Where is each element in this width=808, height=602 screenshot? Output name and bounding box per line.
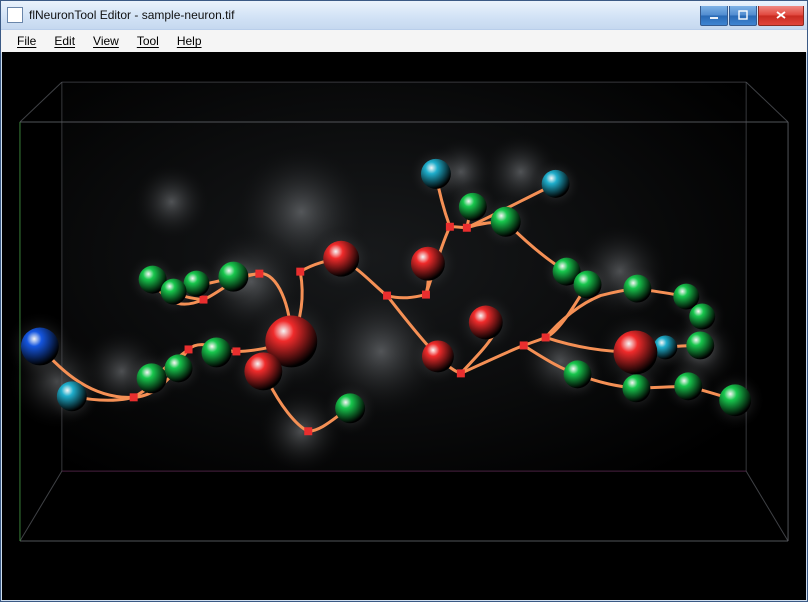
- branch-knot[interactable]: [255, 270, 263, 278]
- neuron-node[interactable]: [184, 271, 210, 297]
- maximize-button[interactable]: [729, 6, 757, 26]
- application-window: flNeuronTool Editor - sample-neuron.tif …: [0, 0, 808, 602]
- minimize-icon: [708, 9, 720, 21]
- neuron-node[interactable]: [574, 271, 602, 299]
- neuron-node[interactable]: [491, 207, 521, 237]
- menu-view[interactable]: View: [87, 32, 125, 50]
- neuron-node[interactable]: [57, 381, 87, 411]
- menu-bar: File Edit View Tool Help: [1, 30, 807, 53]
- neuron-node[interactable]: [411, 247, 445, 281]
- close-icon: [774, 9, 788, 21]
- branch-knot[interactable]: [304, 427, 312, 435]
- branch-knot[interactable]: [130, 393, 138, 401]
- branch-knot[interactable]: [463, 224, 471, 232]
- titlebar[interactable]: flNeuronTool Editor - sample-neuron.tif: [1, 1, 807, 30]
- neuron-node[interactable]: [469, 306, 503, 340]
- neuron-node[interactable]: [719, 384, 751, 416]
- branch-knot[interactable]: [383, 292, 391, 300]
- window-title: flNeuronTool Editor - sample-neuron.tif: [29, 1, 699, 29]
- menu-file[interactable]: File: [11, 32, 42, 50]
- neuron-node[interactable]: [161, 279, 187, 305]
- menu-help[interactable]: Help: [171, 32, 208, 50]
- app-icon: [7, 7, 23, 23]
- neuron-node[interactable]: [686, 331, 714, 359]
- branch-knot[interactable]: [457, 369, 465, 377]
- neuron-node[interactable]: [422, 340, 454, 372]
- menu-tool[interactable]: Tool: [131, 32, 165, 50]
- branch-knot[interactable]: [232, 347, 240, 355]
- neuron-node[interactable]: [137, 363, 167, 393]
- neuron-node[interactable]: [202, 337, 232, 367]
- neuron-node[interactable]: [622, 374, 650, 402]
- neuron-node[interactable]: [613, 330, 657, 374]
- branch-knot[interactable]: [520, 341, 528, 349]
- neuron-node[interactable]: [623, 275, 651, 303]
- window-controls: [699, 6, 807, 26]
- branch-knot[interactable]: [446, 223, 454, 231]
- branch-knot[interactable]: [185, 345, 193, 353]
- neuron-node[interactable]: [323, 241, 359, 277]
- neuron-node[interactable]: [459, 193, 487, 221]
- neuron-node[interactable]: [218, 262, 248, 292]
- neuron-node[interactable]: [564, 360, 592, 388]
- maximize-icon: [737, 9, 749, 21]
- neuron-scene: [2, 52, 806, 600]
- branch-knot[interactable]: [296, 268, 304, 276]
- menu-edit[interactable]: Edit: [48, 32, 81, 50]
- neuron-node[interactable]: [335, 393, 365, 423]
- branch-knot[interactable]: [542, 333, 550, 341]
- branch-knot[interactable]: [200, 296, 208, 304]
- minimize-button[interactable]: [700, 6, 728, 26]
- neuron-node[interactable]: [542, 170, 570, 198]
- viewport-3d[interactable]: [2, 52, 806, 600]
- close-button[interactable]: [758, 6, 804, 26]
- neuron-node[interactable]: [689, 304, 715, 330]
- neuron-node[interactable]: [165, 354, 193, 382]
- neuron-node[interactable]: [244, 352, 282, 390]
- neuron-node[interactable]: [21, 327, 59, 365]
- neuron-node[interactable]: [421, 159, 451, 189]
- neuron-node[interactable]: [674, 372, 702, 400]
- branch-knot[interactable]: [422, 291, 430, 299]
